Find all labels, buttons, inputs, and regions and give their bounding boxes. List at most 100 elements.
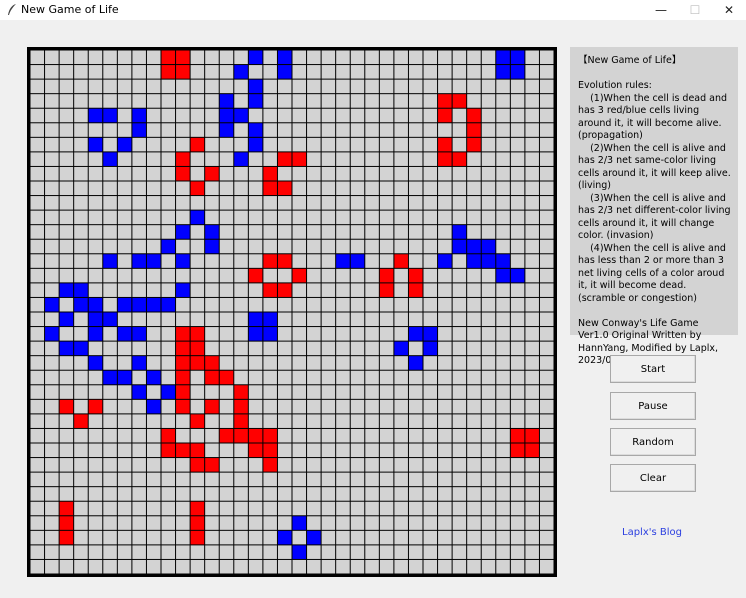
empty-cell[interactable] bbox=[292, 472, 307, 487]
empty-cell[interactable] bbox=[74, 137, 88, 152]
blue-cell[interactable] bbox=[219, 123, 234, 137]
empty-cell[interactable] bbox=[467, 312, 481, 327]
blue-cell[interactable] bbox=[336, 254, 350, 268]
empty-cell[interactable] bbox=[248, 210, 263, 225]
empty-cell[interactable] bbox=[394, 530, 408, 545]
empty-cell[interactable] bbox=[481, 487, 496, 501]
empty-cell[interactable] bbox=[379, 385, 394, 399]
empty-cell[interactable] bbox=[117, 501, 132, 516]
blue-cell[interactable] bbox=[248, 79, 263, 94]
empty-cell[interactable] bbox=[263, 297, 277, 312]
empty-cell[interactable] bbox=[350, 108, 365, 123]
empty-cell[interactable] bbox=[205, 297, 219, 312]
red-cell[interactable] bbox=[277, 254, 292, 268]
empty-cell[interactable] bbox=[467, 283, 481, 297]
red-cell[interactable] bbox=[263, 283, 277, 297]
blue-cell[interactable] bbox=[408, 356, 423, 370]
empty-cell[interactable] bbox=[350, 65, 365, 79]
empty-cell[interactable] bbox=[248, 283, 263, 297]
empty-cell[interactable] bbox=[452, 254, 467, 268]
empty-cell[interactable] bbox=[452, 268, 467, 283]
empty-cell[interactable] bbox=[525, 225, 539, 239]
empty-cell[interactable] bbox=[103, 181, 117, 196]
empty-cell[interactable] bbox=[292, 487, 307, 501]
empty-cell[interactable] bbox=[321, 152, 336, 166]
empty-cell[interactable] bbox=[481, 108, 496, 123]
empty-cell[interactable] bbox=[438, 458, 452, 472]
empty-cell[interactable] bbox=[59, 196, 74, 210]
empty-cell[interactable] bbox=[161, 268, 176, 283]
empty-cell[interactable] bbox=[132, 501, 146, 516]
empty-cell[interactable] bbox=[365, 414, 379, 428]
blue-cell[interactable] bbox=[452, 239, 467, 254]
empty-cell[interactable] bbox=[45, 108, 59, 123]
empty-cell[interactable] bbox=[350, 443, 365, 458]
red-cell[interactable] bbox=[161, 443, 176, 458]
empty-cell[interactable] bbox=[219, 414, 234, 428]
red-cell[interactable] bbox=[234, 414, 248, 428]
red-cell[interactable] bbox=[234, 385, 248, 399]
empty-cell[interactable] bbox=[219, 399, 234, 414]
blue-cell[interactable] bbox=[45, 327, 59, 341]
empty-cell[interactable] bbox=[176, 268, 190, 283]
empty-cell[interactable] bbox=[219, 458, 234, 472]
blue-cell[interactable] bbox=[248, 312, 263, 327]
empty-cell[interactable] bbox=[190, 239, 205, 254]
empty-cell[interactable] bbox=[394, 487, 408, 501]
empty-cell[interactable] bbox=[307, 108, 321, 123]
empty-cell[interactable] bbox=[30, 545, 45, 559]
empty-cell[interactable] bbox=[205, 94, 219, 108]
empty-cell[interactable] bbox=[307, 370, 321, 385]
empty-cell[interactable] bbox=[88, 210, 103, 225]
empty-cell[interactable] bbox=[234, 166, 248, 181]
empty-cell[interactable] bbox=[365, 94, 379, 108]
empty-cell[interactable] bbox=[59, 181, 74, 196]
empty-cell[interactable] bbox=[30, 79, 45, 94]
blue-cell[interactable] bbox=[452, 225, 467, 239]
empty-cell[interactable] bbox=[525, 297, 539, 312]
empty-cell[interactable] bbox=[321, 487, 336, 501]
empty-cell[interactable] bbox=[452, 356, 467, 370]
empty-cell[interactable] bbox=[539, 166, 554, 181]
empty-cell[interactable] bbox=[423, 166, 438, 181]
empty-cell[interactable] bbox=[117, 399, 132, 414]
empty-cell[interactable] bbox=[88, 458, 103, 472]
empty-cell[interactable] bbox=[423, 356, 438, 370]
empty-cell[interactable] bbox=[496, 137, 510, 152]
empty-cell[interactable] bbox=[234, 516, 248, 530]
empty-cell[interactable] bbox=[277, 559, 292, 574]
empty-cell[interactable] bbox=[292, 123, 307, 137]
empty-cell[interactable] bbox=[510, 327, 525, 341]
empty-cell[interactable] bbox=[59, 268, 74, 283]
empty-cell[interactable] bbox=[234, 210, 248, 225]
empty-cell[interactable] bbox=[146, 210, 161, 225]
empty-cell[interactable] bbox=[219, 530, 234, 545]
empty-cell[interactable] bbox=[539, 65, 554, 79]
empty-cell[interactable] bbox=[205, 268, 219, 283]
empty-cell[interactable] bbox=[88, 196, 103, 210]
empty-cell[interactable] bbox=[234, 79, 248, 94]
empty-cell[interactable] bbox=[510, 501, 525, 516]
empty-cell[interactable] bbox=[423, 94, 438, 108]
empty-cell[interactable] bbox=[365, 283, 379, 297]
empty-cell[interactable] bbox=[277, 225, 292, 239]
empty-cell[interactable] bbox=[452, 559, 467, 574]
red-cell[interactable] bbox=[190, 137, 205, 152]
empty-cell[interactable] bbox=[292, 327, 307, 341]
empty-cell[interactable] bbox=[336, 399, 350, 414]
empty-cell[interactable] bbox=[59, 458, 74, 472]
empty-cell[interactable] bbox=[176, 108, 190, 123]
empty-cell[interactable] bbox=[307, 196, 321, 210]
empty-cell[interactable] bbox=[394, 50, 408, 65]
empty-cell[interactable] bbox=[438, 545, 452, 559]
empty-cell[interactable] bbox=[45, 458, 59, 472]
empty-cell[interactable] bbox=[394, 108, 408, 123]
red-cell[interactable] bbox=[190, 516, 205, 530]
empty-cell[interactable] bbox=[321, 50, 336, 65]
blue-cell[interactable] bbox=[103, 312, 117, 327]
red-cell[interactable] bbox=[176, 399, 190, 414]
blue-cell[interactable] bbox=[45, 297, 59, 312]
empty-cell[interactable] bbox=[74, 443, 88, 458]
red-cell[interactable] bbox=[263, 443, 277, 458]
empty-cell[interactable] bbox=[103, 545, 117, 559]
